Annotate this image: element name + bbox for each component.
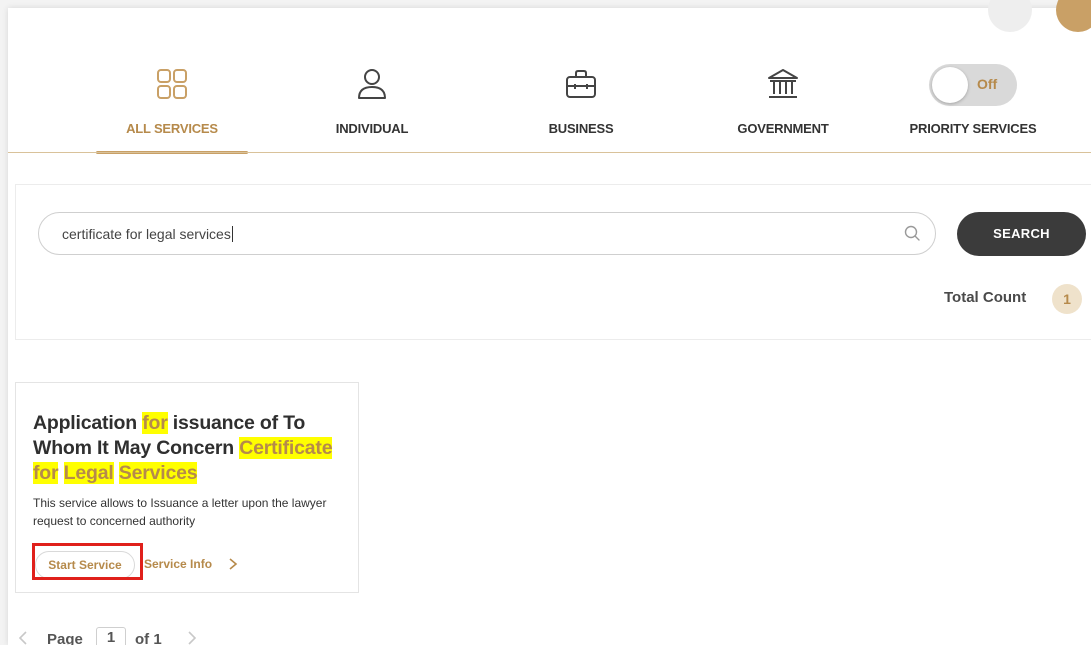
top-user-button[interactable] bbox=[1056, 0, 1091, 32]
service-description: This service allows to Issuance a letter… bbox=[33, 496, 327, 528]
priority-services-toggle-group: Off PRIORITY SERVICES bbox=[888, 58, 1058, 153]
tab-label: INDIVIDUAL bbox=[335, 121, 409, 136]
tab-business[interactable]: BUSINESS bbox=[496, 58, 666, 153]
tab-government[interactable]: GOVERNMENT bbox=[698, 58, 868, 153]
service-title: Application for issuance of To Whom It M… bbox=[33, 411, 348, 486]
search-input[interactable]: certificate for legal services bbox=[38, 212, 936, 255]
tab-label: GOVERNMENT bbox=[737, 121, 829, 136]
search-input-value: certificate for legal services bbox=[62, 226, 231, 242]
page-number-input[interactable]: 1 bbox=[96, 627, 126, 645]
grid-icon bbox=[157, 69, 187, 99]
search-highlight: for bbox=[33, 462, 59, 484]
total-count-label: Total Count bbox=[944, 289, 1027, 306]
government-building-icon bbox=[768, 69, 798, 98]
search-highlight: Certificate bbox=[239, 437, 333, 459]
service-category-tabs: ALL SERVICES INDIVIDUAL BUSINESS GOVERNM… bbox=[8, 58, 1091, 154]
tab-label: ALL SERVICES bbox=[126, 121, 218, 136]
page-label: Page bbox=[47, 631, 83, 645]
search-highlight: Legal bbox=[63, 462, 114, 484]
chevron-left-icon[interactable] bbox=[18, 630, 28, 645]
search-highlight: Services bbox=[118, 462, 198, 484]
highlight-annotation-box bbox=[32, 543, 143, 580]
chevron-right-icon[interactable] bbox=[187, 630, 197, 645]
total-count-badge: 1 bbox=[1052, 284, 1082, 314]
priority-services-toggle[interactable]: Off bbox=[929, 64, 1017, 106]
services-page: ALL SERVICES INDIVIDUAL BUSINESS GOVERNM… bbox=[8, 0, 1091, 645]
service-info-link[interactable]: Service Info bbox=[144, 557, 212, 571]
tab-all-services[interactable]: ALL SERVICES bbox=[87, 58, 257, 154]
tabs-divider bbox=[8, 152, 1091, 153]
search-highlight: for bbox=[142, 412, 168, 434]
title-text bbox=[58, 462, 63, 484]
briefcase-icon bbox=[566, 70, 596, 98]
toggle-knob bbox=[932, 67, 968, 103]
title-text bbox=[114, 462, 119, 484]
top-grey-button[interactable] bbox=[988, 0, 1032, 32]
search-button[interactable]: SEARCH bbox=[957, 212, 1086, 256]
chevron-right-icon[interactable] bbox=[228, 557, 238, 571]
toggle-state-label: Off bbox=[977, 76, 998, 92]
title-text: Application bbox=[33, 412, 143, 434]
tab-individual[interactable]: INDIVIDUAL bbox=[287, 58, 457, 153]
tab-label: BUSINESS bbox=[548, 121, 614, 136]
priority-services-label: PRIORITY SERVICES bbox=[909, 121, 1037, 136]
person-icon bbox=[358, 69, 386, 99]
service-card: Application for issuance of To Whom It M… bbox=[15, 382, 359, 593]
search-panel: certificate for legal services SEARCH To… bbox=[15, 184, 1091, 340]
search-icon[interactable] bbox=[903, 224, 921, 242]
page-total-label: of 1 bbox=[135, 631, 162, 645]
